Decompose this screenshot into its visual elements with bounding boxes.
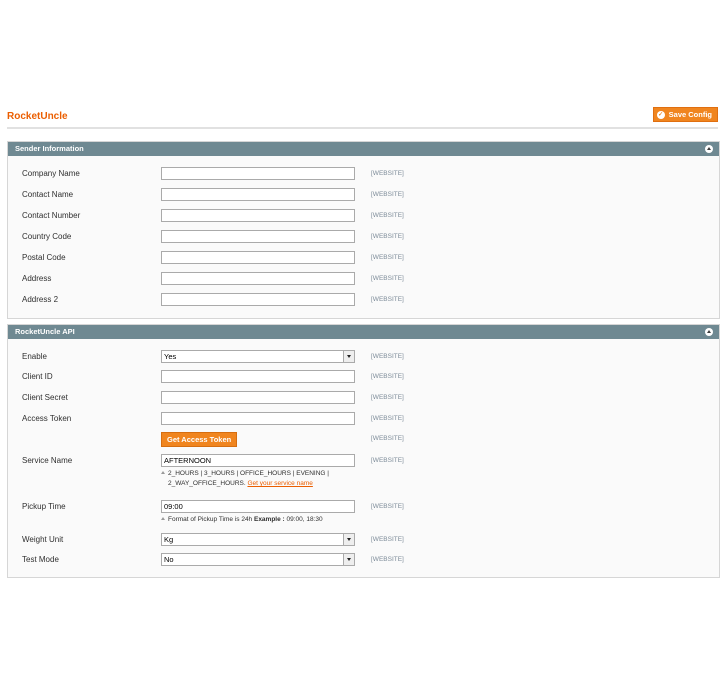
scope-label: [WEBSITE] [371,415,404,422]
scope-label: [WEBSITE] [371,353,404,360]
postal-code-label: Postal Code [22,253,66,262]
client-id-label: Client ID [22,372,53,381]
scope-label: [WEBSITE] [371,536,404,543]
note-prefix: Format of Pickup Time is 24h [168,516,253,523]
rocketuncle-api-section: RocketUncle API Enable Yes [WEBSITE] Cli… [7,324,720,578]
address-input[interactable] [161,272,355,285]
note-suffix: 09:00, 18:30 [286,516,323,523]
scope-label: [WEBSITE] [371,296,404,303]
save-config-label: Save Config [668,110,712,119]
pickup-time-note: Format of Pickup Time is 24h Example : 0… [161,515,323,525]
client-id-input[interactable] [161,370,355,383]
collapse-icon[interactable] [705,145,713,153]
address2-label: Address 2 [22,295,59,304]
get-service-name-link[interactable]: Get your service name [247,480,312,487]
get-access-token-button[interactable]: Get Access Token [161,432,238,447]
test-mode-select[interactable]: No [161,553,355,566]
sender-information-section: Sender Information Company Name [WEBSITE… [7,141,720,319]
scope-label: [WEBSITE] [371,191,404,198]
chevron-down-icon [343,351,354,362]
pickup-time-label: Pickup Time [22,502,66,511]
note-line1: 2_HOURS | 3_HOURS | OFFICE_HOURS | EVENI… [168,470,329,477]
scope-label: [WEBSITE] [371,275,404,282]
section-title: Sender Information [15,144,84,153]
service-name-note: 2_HOURS | 3_HOURS | OFFICE_HOURS | EVENI… [161,469,329,489]
sender-information-header[interactable]: Sender Information [8,142,719,156]
enable-select[interactable]: Yes [161,350,355,363]
access-token-label: Access Token [22,414,72,423]
pickup-time-input[interactable] [161,500,355,513]
contact-name-label: Contact Name [22,190,74,199]
client-secret-input[interactable] [161,391,355,404]
contact-name-input[interactable] [161,188,355,201]
chevron-down-icon [343,534,354,545]
access-token-input[interactable] [161,412,355,425]
weight-unit-value: Kg [164,535,174,544]
note-line2: 2_WAY_OFFICE_HOURS. [168,480,246,487]
chevron-down-icon [343,554,354,565]
scope-label: [WEBSITE] [371,233,404,240]
scope-label: [WEBSITE] [371,503,404,510]
service-name-input[interactable] [161,454,355,467]
enable-value: Yes [164,352,177,361]
country-code-label: Country Code [22,232,72,241]
page-title: RocketUncle [7,111,68,122]
client-secret-label: Client Secret [22,393,68,402]
scope-label: [WEBSITE] [371,170,404,177]
check-icon: ✓ [656,110,665,119]
scope-label: [WEBSITE] [371,373,404,380]
note-arrow-icon [161,471,165,474]
scope-label: [WEBSITE] [371,394,404,401]
test-mode-value: No [164,555,174,564]
save-config-button[interactable]: ✓ Save Config [652,107,718,122]
company-name-input[interactable] [161,167,355,180]
company-name-label: Company Name [22,169,80,178]
contact-number-label: Contact Number [22,211,81,220]
collapse-icon[interactable] [705,328,713,336]
weight-unit-label: Weight Unit [22,535,64,544]
address2-input[interactable] [161,293,355,306]
note-arrow-icon [161,517,165,520]
scope-label: [WEBSITE] [371,254,404,261]
section-title: RocketUncle API [15,327,75,336]
weight-unit-select[interactable]: Kg [161,533,355,546]
enable-label: Enable [22,352,47,361]
rocketuncle-api-header[interactable]: RocketUncle API [8,325,719,339]
scope-label: [WEBSITE] [371,556,404,563]
scope-label: [WEBSITE] [371,212,404,219]
test-mode-label: Test Mode [22,555,59,564]
country-code-input[interactable] [161,230,355,243]
scope-label: [WEBSITE] [371,435,404,442]
service-name-label: Service Name [22,456,73,465]
page-header: RocketUncle ✓ Save Config [7,107,718,129]
contact-number-input[interactable] [161,209,355,222]
note-bold: Example : [253,516,285,523]
address-label: Address [22,274,52,283]
postal-code-input[interactable] [161,251,355,264]
scope-label: [WEBSITE] [371,457,404,464]
